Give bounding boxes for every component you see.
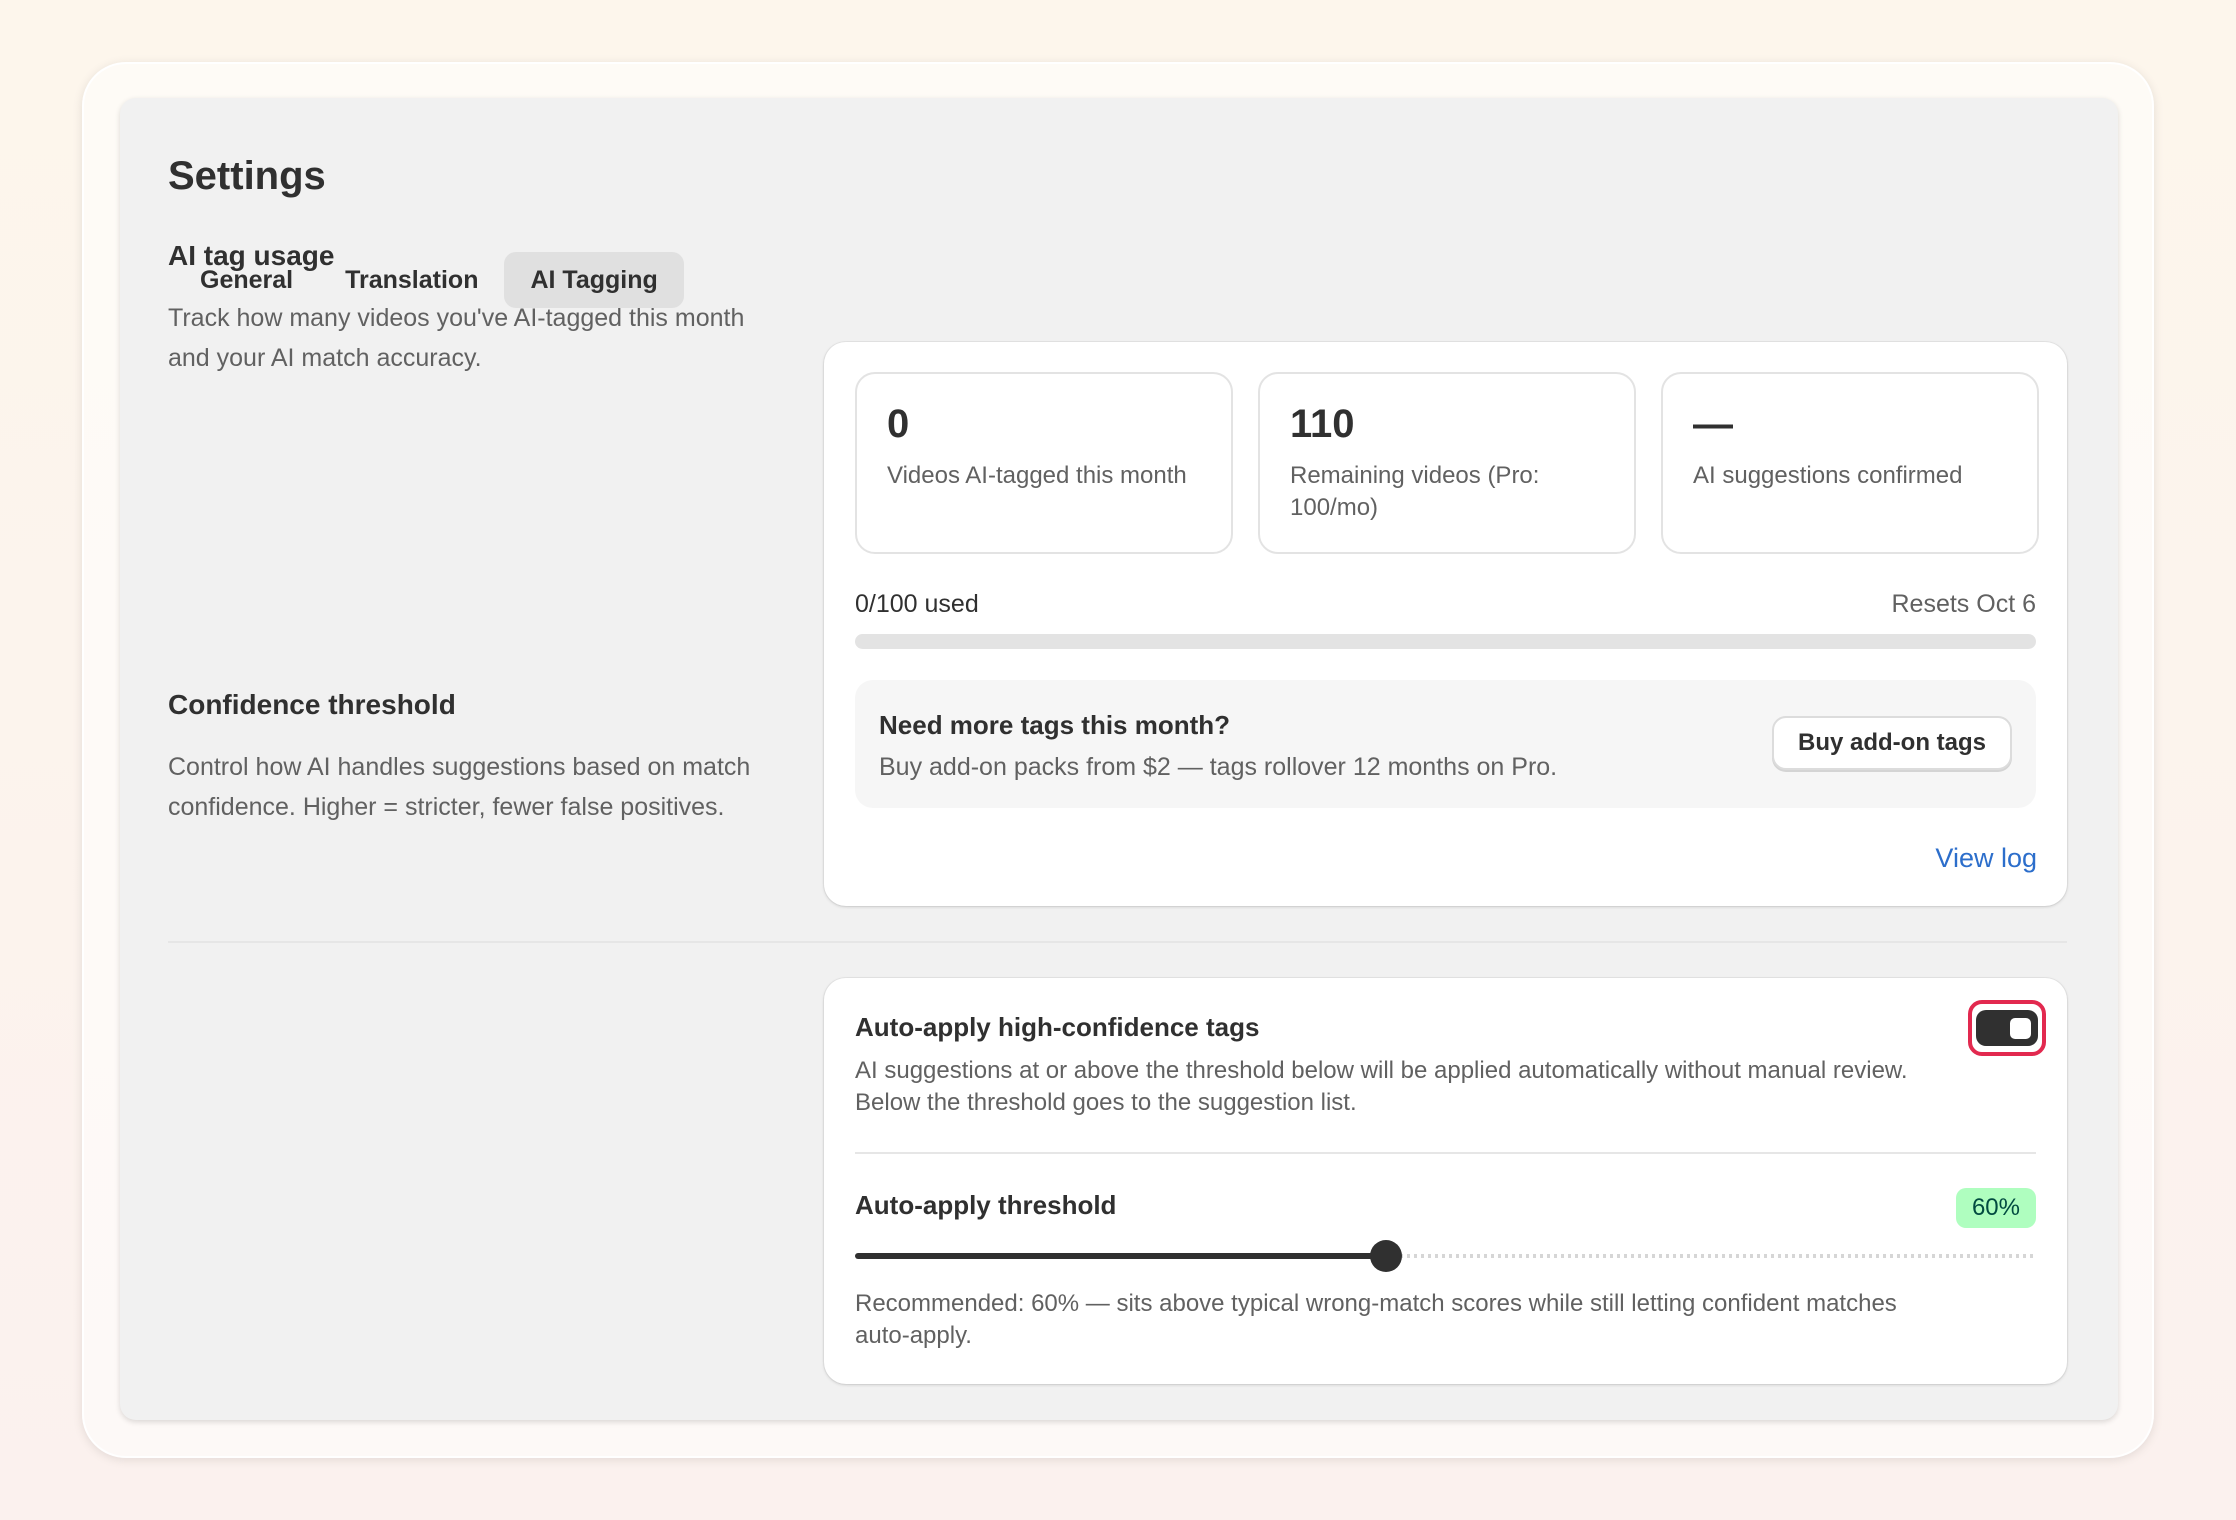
- view-log-link[interactable]: View log: [1935, 843, 2037, 874]
- threshold-title: Auto-apply threshold: [855, 1190, 1117, 1220]
- usage-section-description: Track how many videos you've AI-tagged t…: [168, 304, 745, 372]
- usage-count-text: 0/100 used: [855, 590, 979, 618]
- slider-track: [1386, 1254, 2036, 1258]
- usage-reset-text: Resets Oct 6: [1891, 590, 2037, 618]
- buy-addon-tags-button[interactable]: Buy add-on tags: [1771, 716, 2012, 770]
- slider-fill: [855, 1253, 1387, 1259]
- usage-section-heading: AI tag usage: [168, 240, 335, 271]
- slider-thumb[interactable]: [1370, 1240, 1403, 1272]
- usage-stats: 0 Videos AI-tagged this month 110 Remain…: [855, 372, 2039, 554]
- stat-value: —: [1693, 402, 1733, 446]
- stat-remaining-videos: 110 Remaining videos (Pro: 100/mo): [1258, 372, 1636, 554]
- stat-label: AI suggestions confirmed: [1693, 462, 1963, 489]
- stat-value: 110: [1290, 402, 1355, 446]
- threshold-value-badge: 60%: [1955, 1188, 2036, 1228]
- auto-apply-title: Auto-apply high-confidence tags: [855, 1012, 1260, 1042]
- confidence-section-heading: Confidence threshold: [168, 689, 456, 720]
- confidence-card: Auto-apply high-confidence tags AI sugge…: [824, 978, 2067, 1384]
- threshold-slider[interactable]: [855, 1240, 2036, 1272]
- page-title: Settings: [168, 154, 326, 198]
- usage-section-info: AI tag usage Track how many videos you'v…: [168, 240, 758, 378]
- upsell-subtitle: Buy add-on packs from $2 — tags rollover…: [879, 753, 1558, 781]
- settings-window: Settings General Translation AI Tagging …: [120, 98, 2118, 1420]
- toggle-knob: [2010, 1018, 2031, 1039]
- confidence-section-info: Confidence threshold Control how AI hand…: [168, 689, 758, 827]
- addon-upsell-banner: Need more tags this month? Buy add-on pa…: [855, 680, 2036, 808]
- threshold-help-text: Recommended: 60% — sits above typical wr…: [855, 1290, 1897, 1349]
- auto-apply-description: AI suggestions at or above the threshold…: [855, 1057, 1908, 1116]
- usage-card: 0 Videos AI-tagged this month 110 Remain…: [824, 342, 2067, 906]
- section-divider: [168, 941, 2067, 943]
- stat-label: Remaining videos (Pro: 100/mo): [1290, 462, 1540, 521]
- stat-suggestions-confirmed: — AI suggestions confirmed: [1661, 372, 2039, 554]
- auto-apply-toggle-focus-ring: [1968, 1000, 2046, 1056]
- stat-label: Videos AI-tagged this month: [887, 462, 1187, 489]
- confidence-section-description: Control how AI handles suggestions based…: [168, 753, 751, 821]
- usage-row: 0/100 used Resets Oct 6: [855, 590, 2036, 619]
- upsell-title: Need more tags this month?: [879, 710, 1231, 740]
- card-divider: [855, 1152, 2036, 1154]
- usage-progress-bar: [855, 634, 2036, 649]
- stat-value: 0: [887, 402, 910, 446]
- stat-videos-tagged: 0 Videos AI-tagged this month: [855, 372, 1233, 554]
- auto-apply-toggle[interactable]: [1976, 1010, 2038, 1046]
